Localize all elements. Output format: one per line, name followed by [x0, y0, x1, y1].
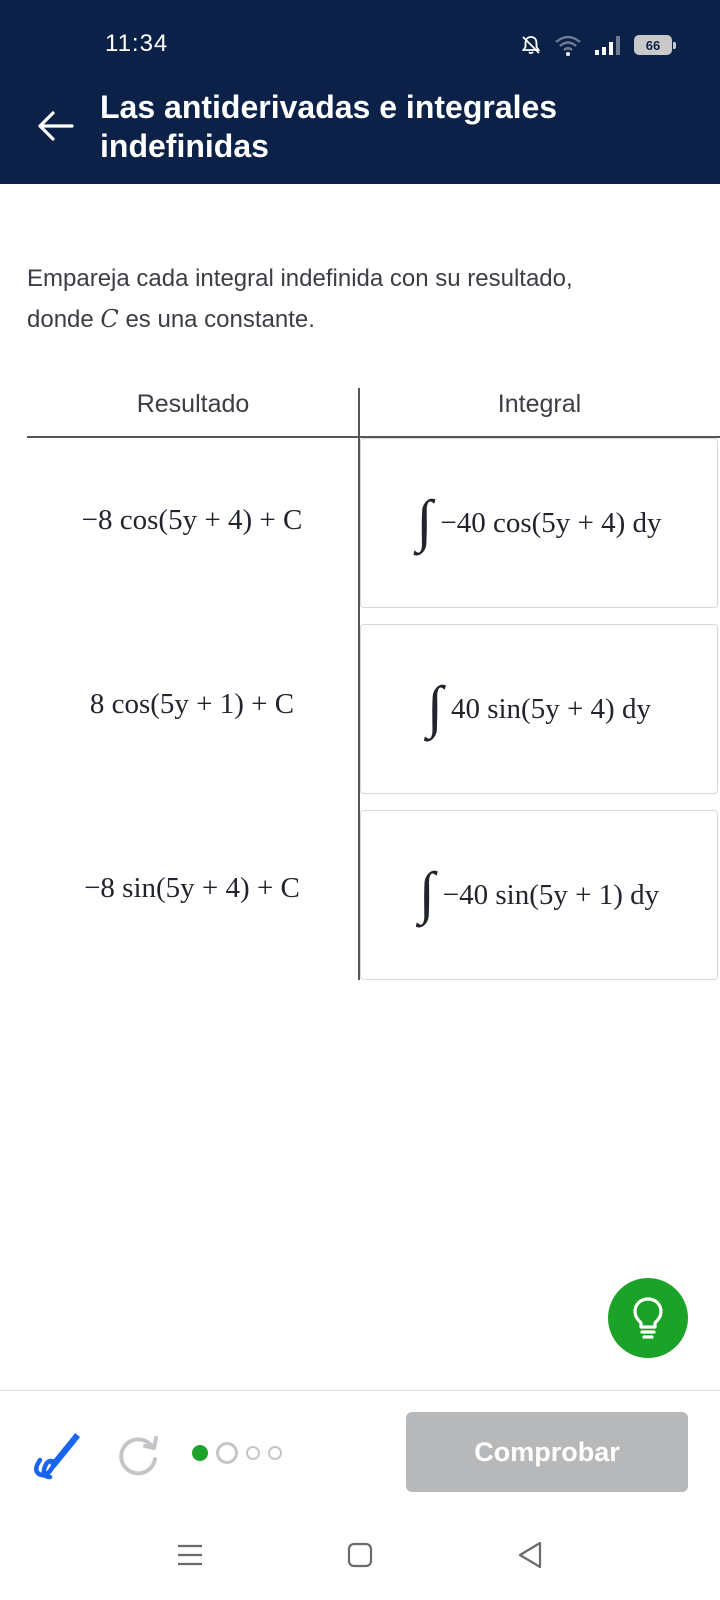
exercise-prompt: Empareja cada integral indefinida con su… — [27, 259, 627, 340]
nav-menu-button[interactable] — [168, 1530, 212, 1580]
redo-button[interactable] — [114, 1430, 164, 1480]
hint-button[interactable] — [608, 1278, 688, 1358]
column-header-integral: Integral — [497, 390, 582, 418]
result-item: −8 sin(5y + 4) + C — [84, 872, 300, 904]
toolbar-divider — [0, 1390, 720, 1391]
battery-icon: 66 — [634, 35, 676, 55]
menu-icon — [178, 1544, 202, 1566]
progress-dot — [246, 1446, 260, 1460]
nav-home-button[interactable] — [338, 1530, 382, 1580]
scratchpad-button[interactable] — [26, 1424, 86, 1484]
check-button[interactable]: Comprobar — [406, 1412, 688, 1492]
lightbulb-icon — [633, 1297, 663, 1339]
progress-dot-current — [192, 1445, 208, 1461]
status-icons: 66 — [520, 32, 676, 58]
prompt-text-after: es una constante. — [118, 306, 315, 333]
status-time: 11:34 — [105, 30, 169, 57]
progress-dot — [216, 1442, 238, 1464]
result-item: −8 cos(5y + 4) + C — [81, 504, 303, 536]
pen-icon — [34, 1433, 80, 1480]
nav-back-button[interactable] — [508, 1530, 552, 1580]
app-header: 11:34 66 Las antiderivadas e integrales … — [0, 0, 720, 184]
result-item: 8 cos(5y + 1) + C — [89, 688, 295, 720]
prompt-variable: C — [100, 305, 119, 333]
integral-expression: −40 sin(5y + 1) dy — [442, 878, 660, 911]
progress-dot — [268, 1446, 282, 1460]
integral-sign: ∫ — [416, 488, 433, 553]
page-title: Las antiderivadas e integrales indefinid… — [100, 89, 558, 164]
integral-card[interactable]: ∫ 40 sin(5y + 4) dy — [360, 624, 718, 794]
home-icon — [347, 1542, 373, 1568]
mute-icon — [521, 36, 541, 55]
back-triangle-icon — [518, 1541, 542, 1569]
back-button[interactable] — [34, 104, 78, 148]
integral-expression: 40 sin(5y + 4) dy — [450, 692, 651, 725]
integral-sign: ∫ — [418, 860, 435, 925]
wifi-icon — [555, 35, 581, 56]
integral-sign: ∫ — [427, 674, 443, 739]
integral-expression: −40 cos(5y + 4) dy — [440, 506, 662, 539]
arrow-left-icon — [38, 111, 74, 141]
integral-card[interactable]: ∫ −40 sin(5y + 1) dy — [360, 810, 718, 980]
progress-dots — [192, 1442, 282, 1464]
signal-icon — [595, 36, 620, 55]
column-header-result: Resultado — [136, 390, 250, 418]
integral-card[interactable]: ∫ −40 cos(5y + 4) dy — [360, 438, 718, 608]
redo-icon — [119, 1436, 158, 1476]
